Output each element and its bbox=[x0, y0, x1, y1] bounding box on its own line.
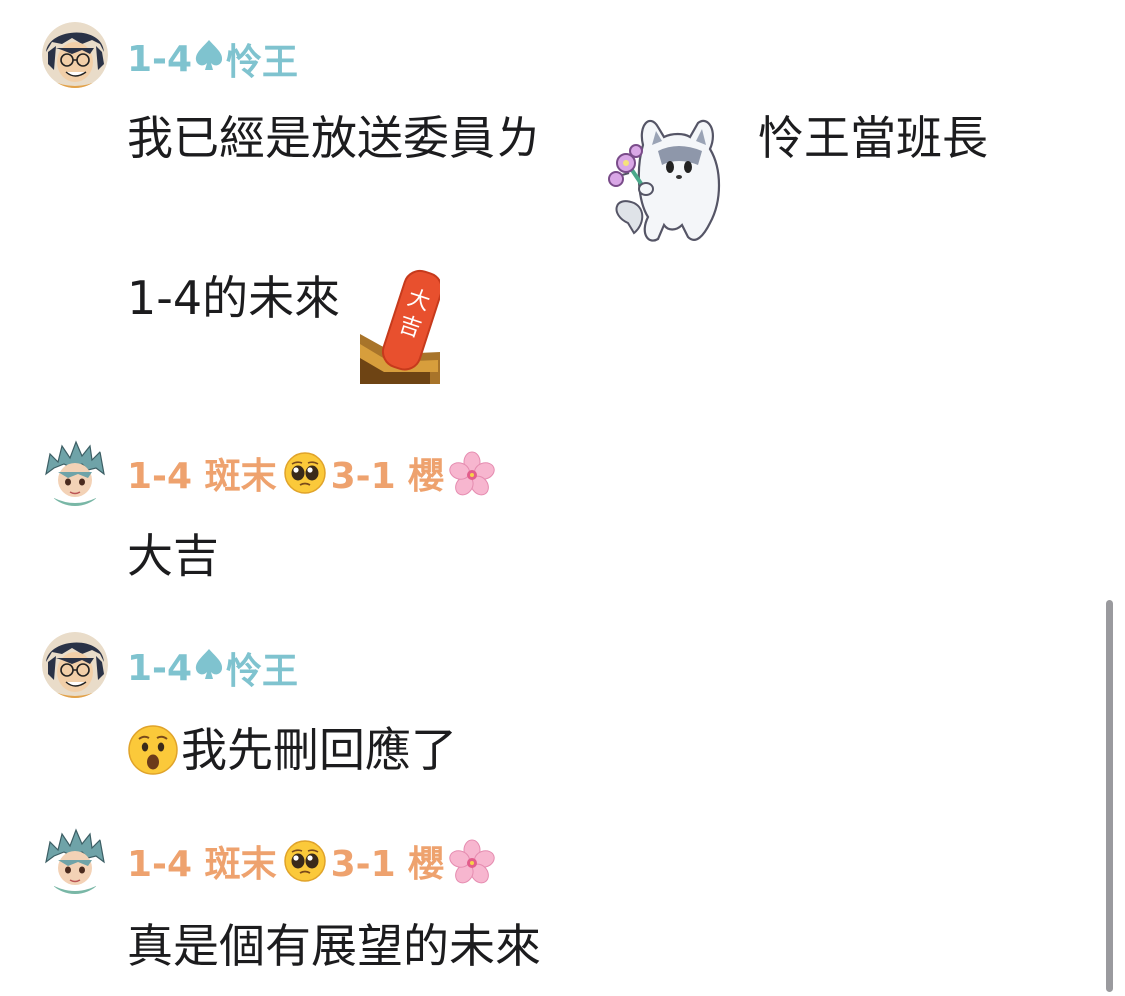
wolf-flower-sticker[interactable] bbox=[598, 105, 748, 255]
omikuji-daikichi-sticker[interactable]: 大 吉 bbox=[360, 262, 440, 384]
author-display-name: 怜王 bbox=[226, 651, 299, 692]
message-text: 大吉 bbox=[127, 528, 219, 584]
author-name[interactable]: 1-4 怜王 bbox=[127, 644, 299, 693]
cherry-blossom-emoji bbox=[448, 451, 495, 496]
message-text: 我先刪回應了 bbox=[127, 722, 457, 778]
avatar-teal-hair-icon bbox=[42, 828, 108, 894]
avatar[interactable] bbox=[42, 632, 108, 698]
message-text: 真是個有展望的未來 bbox=[127, 918, 541, 974]
author-prefix: 1-4 bbox=[127, 38, 193, 80]
avatar[interactable] bbox=[42, 22, 108, 88]
message-text-segment: 1-4的未來 bbox=[127, 271, 341, 325]
author-suffix: 3-1 櫻 bbox=[330, 456, 445, 497]
spade-icon bbox=[194, 38, 224, 81]
author-name[interactable]: 1-4 斑末 3-1 櫻 bbox=[127, 837, 495, 885]
avatar[interactable] bbox=[42, 440, 108, 506]
fortune-stick-icon: 大 吉 bbox=[360, 269, 440, 384]
cherry-blossom-emoji bbox=[448, 839, 495, 884]
message-text-segment: 真是個有展望的未來 bbox=[127, 919, 541, 973]
hushed-face-emoji bbox=[127, 724, 179, 776]
message-text: 我已經是放送委員ㄌ bbox=[127, 110, 541, 166]
author-name[interactable]: 1-4 斑末 3-1 櫻 bbox=[127, 449, 495, 497]
author-prefix: 1-4 bbox=[127, 647, 193, 689]
avatar[interactable] bbox=[42, 828, 108, 894]
pleading-face-emoji bbox=[283, 451, 327, 495]
author-name[interactable]: 1-4 怜王 bbox=[127, 35, 299, 84]
author-suffix: 3-1 櫻 bbox=[330, 844, 445, 885]
message-text-segment: 大吉 bbox=[127, 529, 219, 583]
avatar-dark-hair-glasses-icon bbox=[42, 22, 108, 88]
message-text: 怜王當班長 bbox=[758, 110, 988, 166]
avatar-teal-hair-icon bbox=[42, 440, 108, 506]
pleading-face-emoji bbox=[283, 839, 327, 883]
message-text-segment: 我先刪回應了 bbox=[181, 723, 457, 777]
message-text-segment: 我已經是放送委員ㄌ bbox=[127, 111, 541, 165]
scrollbar[interactable] bbox=[1106, 600, 1113, 992]
spade-icon bbox=[194, 647, 224, 690]
avatar-dark-hair-glasses-icon bbox=[42, 632, 108, 698]
wolf-icon bbox=[608, 119, 720, 242]
author-prefix: 1-4 斑末 bbox=[127, 456, 277, 497]
message-text: 1-4的未來 bbox=[127, 270, 340, 326]
message-text-segment: 怜王當班長 bbox=[758, 111, 988, 165]
author-display-name: 怜王 bbox=[226, 42, 299, 83]
author-prefix: 1-4 斑末 bbox=[127, 844, 277, 885]
